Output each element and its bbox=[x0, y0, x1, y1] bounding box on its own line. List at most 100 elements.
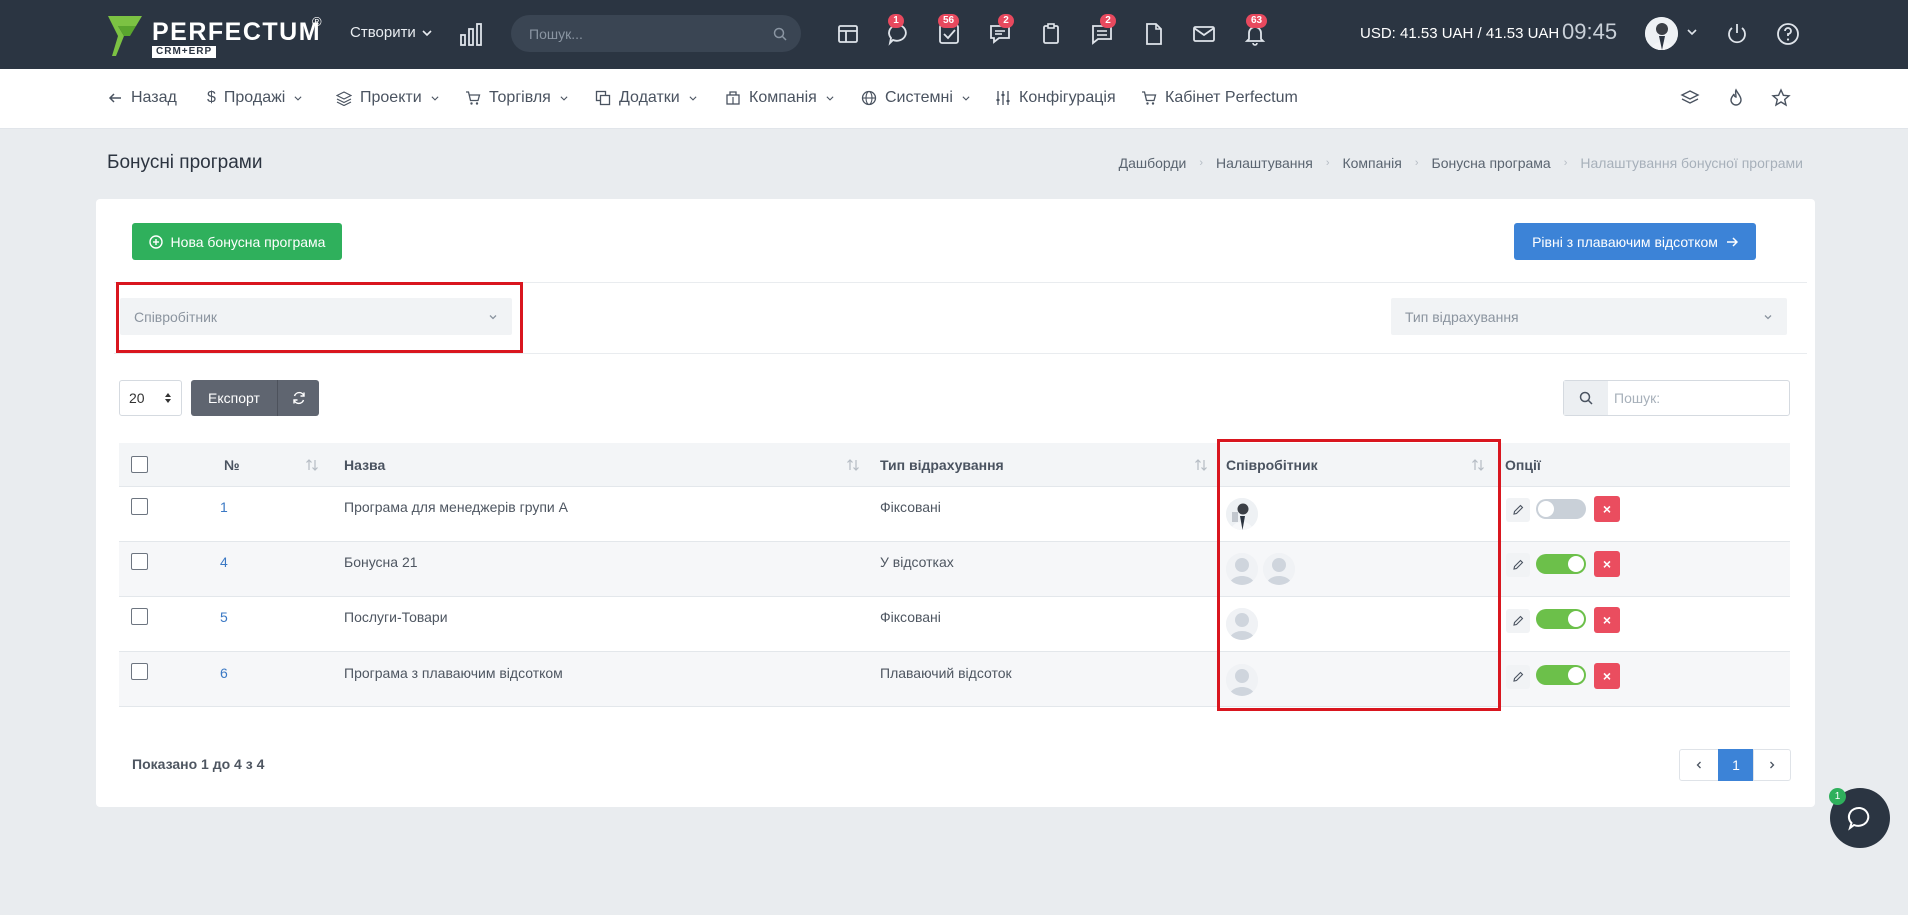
chevron-down-icon bbox=[689, 96, 697, 101]
pagination-prev[interactable] bbox=[1679, 749, 1719, 781]
row-checkbox[interactable] bbox=[131, 498, 148, 515]
page-size-select[interactable]: 20 bbox=[119, 380, 182, 416]
logo-subtitle: CRM+ERP bbox=[152, 46, 217, 58]
star-icon[interactable] bbox=[1771, 88, 1791, 108]
user-avatar[interactable] bbox=[1645, 17, 1678, 50]
sort-icon[interactable] bbox=[846, 458, 860, 472]
breadcrumb-company[interactable]: Компанія bbox=[1342, 155, 1401, 171]
tasks-badge: 56 bbox=[938, 14, 960, 28]
accrual-type-filter-select[interactable]: Тип відрахування bbox=[1391, 298, 1787, 335]
nav-back[interactable]: Назад bbox=[107, 89, 177, 107]
bonus-programs-card: Нова бонусна програма Рівні з плаваючим … bbox=[96, 199, 1815, 807]
nav-projects[interactable]: Проекти bbox=[336, 89, 440, 107]
building-icon bbox=[726, 91, 740, 105]
user-menu-chevron-icon[interactable] bbox=[1686, 26, 1698, 38]
create-label: Створити bbox=[350, 24, 416, 41]
comments-icon[interactable]: 2 bbox=[987, 14, 1014, 47]
breadcrumb-dashboards[interactable]: Дашборди bbox=[1119, 155, 1187, 171]
floating-levels-button[interactable]: Рівні з плаваючим відсотком bbox=[1514, 223, 1756, 260]
nav-company[interactable]: Компанія bbox=[725, 89, 835, 107]
table-search-input[interactable] bbox=[1614, 381, 1784, 415]
breadcrumb-settings[interactable]: Налаштування bbox=[1216, 155, 1313, 171]
chevron-down-icon bbox=[422, 29, 432, 36]
row-checkbox[interactable] bbox=[131, 608, 148, 625]
main-navigation: Назад $ Продажі Проекти Торгівля Додатки… bbox=[0, 69, 1908, 129]
layers-icon[interactable] bbox=[1680, 88, 1700, 108]
fire-icon[interactable] bbox=[1726, 88, 1746, 108]
pencil-icon bbox=[1513, 671, 1524, 682]
sort-arrows-icon bbox=[165, 393, 171, 403]
nav-trade[interactable]: Торгівля bbox=[465, 89, 569, 107]
breadcrumb-bonus-program[interactable]: Бонусна програма bbox=[1432, 155, 1551, 171]
delete-button[interactable]: × bbox=[1594, 551, 1620, 577]
nav-projects-label: Проекти bbox=[360, 89, 422, 106]
edit-button[interactable] bbox=[1506, 609, 1530, 633]
delete-button[interactable]: × bbox=[1594, 496, 1620, 522]
delete-button[interactable]: × bbox=[1594, 607, 1620, 633]
power-icon[interactable] bbox=[1725, 22, 1749, 46]
header-number[interactable]: № bbox=[224, 457, 240, 473]
clock: 09:45 bbox=[1562, 19, 1618, 44]
select-all-checkbox[interactable] bbox=[131, 456, 148, 473]
active-toggle[interactable] bbox=[1536, 499, 1586, 519]
help-icon[interactable] bbox=[1776, 22, 1800, 46]
table-header: № Назва Тип відрахування Співробітник Оп… bbox=[119, 443, 1790, 487]
edit-button[interactable] bbox=[1506, 553, 1530, 577]
messages-icon[interactable]: 2 bbox=[1089, 14, 1116, 47]
row-checkbox[interactable] bbox=[131, 663, 148, 680]
export-button[interactable]: Експорт bbox=[191, 380, 277, 416]
pagination-next[interactable] bbox=[1753, 749, 1791, 781]
chevron-down-icon bbox=[560, 96, 568, 101]
pagination-page[interactable]: 1 bbox=[1718, 749, 1754, 781]
nav-configuration[interactable]: Конфігурація bbox=[995, 89, 1116, 107]
chat-icon[interactable]: 1 bbox=[886, 14, 912, 47]
breadcrumb-separator-icon: › bbox=[1199, 157, 1204, 169]
chevron-left-icon bbox=[1696, 761, 1701, 769]
row-accrual-type: Фіксовані bbox=[880, 609, 941, 625]
header-name[interactable]: Назва bbox=[344, 457, 385, 473]
table-row: 5 Послуги-Товари Фіксовані × bbox=[119, 597, 1790, 652]
breadcrumb-separator-icon: › bbox=[1563, 157, 1568, 169]
delete-button[interactable]: × bbox=[1594, 663, 1620, 689]
arrow-left-icon bbox=[108, 93, 121, 103]
active-toggle[interactable] bbox=[1536, 609, 1586, 629]
mail-icon[interactable] bbox=[1191, 21, 1217, 47]
row-id-link[interactable]: 6 bbox=[220, 665, 228, 681]
bell-icon[interactable]: 63 bbox=[1242, 14, 1268, 47]
header-options: Опції bbox=[1505, 457, 1541, 473]
active-toggle[interactable] bbox=[1536, 554, 1586, 574]
tasks-icon[interactable]: 56 bbox=[936, 14, 962, 47]
perfectum-logo[interactable]: PERFECTUM ® CRM+ERP bbox=[106, 14, 326, 58]
row-checkbox[interactable] bbox=[131, 553, 148, 570]
calendar-board-icon[interactable] bbox=[835, 21, 861, 47]
sort-icon[interactable] bbox=[305, 458, 319, 472]
new-bonus-program-button[interactable]: Нова бонусна програма bbox=[132, 223, 342, 260]
nav-sales[interactable]: $ Продажі bbox=[207, 89, 303, 107]
copy-icon bbox=[595, 90, 611, 106]
edit-button[interactable] bbox=[1506, 665, 1530, 689]
nav-addons[interactable]: Додатки bbox=[595, 89, 698, 107]
refresh-button[interactable] bbox=[277, 380, 319, 416]
row-id-link[interactable]: 1 bbox=[220, 499, 228, 515]
create-menu[interactable]: Створити bbox=[350, 24, 432, 41]
sort-icon[interactable] bbox=[1194, 458, 1208, 472]
nav-perfectum-cabinet[interactable]: Кабінет Perfectum bbox=[1141, 89, 1298, 107]
close-icon: × bbox=[1602, 556, 1612, 572]
document-icon[interactable] bbox=[1140, 21, 1166, 47]
chevron-down-icon bbox=[431, 96, 439, 101]
stats-icon[interactable] bbox=[460, 22, 482, 46]
chevron-right-icon bbox=[1770, 761, 1775, 769]
logo-text: PERFECTUM bbox=[152, 18, 322, 46]
layers-icon bbox=[336, 91, 352, 106]
header-accrual-type[interactable]: Тип відрахування bbox=[880, 457, 1004, 473]
nav-system[interactable]: Системні bbox=[861, 89, 971, 107]
row-id-link[interactable]: 4 bbox=[220, 554, 228, 570]
global-search[interactable] bbox=[511, 15, 801, 52]
row-id-link[interactable]: 5 bbox=[220, 609, 228, 625]
edit-button[interactable] bbox=[1506, 498, 1530, 522]
global-search-input[interactable] bbox=[529, 15, 759, 52]
arrow-right-icon bbox=[1726, 236, 1738, 247]
logo-mark-icon bbox=[108, 16, 142, 56]
clipboard-icon[interactable] bbox=[1038, 21, 1064, 47]
active-toggle[interactable] bbox=[1536, 665, 1586, 685]
